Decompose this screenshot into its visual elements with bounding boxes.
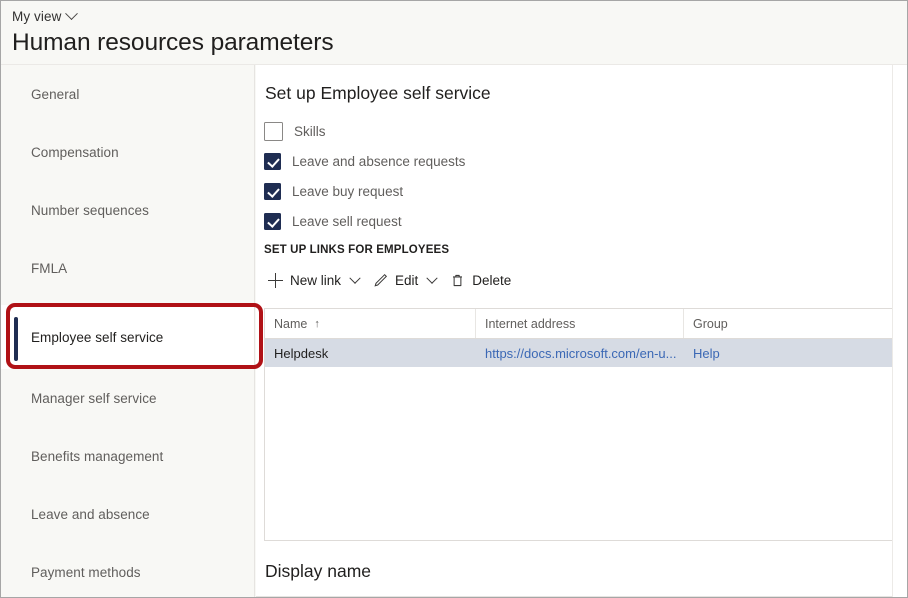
page-header: My view Human resources parameters (1, 1, 907, 64)
sort-ascending-icon: ↑ (314, 317, 320, 330)
delete-label: Delete (472, 273, 512, 288)
checkbox-leave-sell-request[interactable] (264, 212, 281, 230)
section-title: Set up Employee self service (265, 83, 491, 103)
sidebar-nav: General Compensation Number sequences FM… (1, 65, 255, 597)
sidebar-item-compensation[interactable]: Compensation (1, 123, 254, 181)
sidebar-item-label: Manager self service (31, 390, 157, 406)
sidebar-item-employee-self-service[interactable]: Employee self service (1, 305, 254, 369)
column-header-internet-address[interactable]: Internet address (476, 309, 684, 338)
selection-indicator (14, 317, 18, 361)
bottom-divider (256, 596, 907, 597)
checkbox-group: Skills Leave and absence requests Leave … (264, 117, 684, 237)
checkbox-row-leave-sell-request[interactable]: Leave sell request (264, 207, 684, 235)
links-grid: Name ↑ Internet address Group Helpdesk h… (264, 308, 901, 541)
new-link-label: New link (290, 273, 342, 288)
column-header-label: Group (693, 316, 728, 331)
edit-label: Edit (395, 273, 419, 288)
chevron-down-icon (426, 272, 438, 284)
checkbox-label: Leave and absence requests (292, 153, 466, 169)
trash-icon (450, 273, 465, 288)
sidebar-item-leave-and-absence[interactable]: Leave and absence (1, 485, 254, 543)
sidebar-item-label: Number sequences (31, 202, 149, 218)
page-title: Human resources parameters (12, 29, 334, 56)
sidebar-item-payment-methods[interactable]: Payment methods (1, 543, 254, 597)
group-header-label: SET UP LINKS FOR EMPLOYEES (264, 244, 450, 256)
checkbox-skills[interactable] (264, 121, 283, 141)
sidebar-item-label: FMLA (31, 260, 68, 276)
new-link-button[interactable]: New link (264, 269, 369, 292)
view-selector-label: My view (12, 9, 62, 24)
sidebar-item-fmla[interactable]: FMLA (1, 239, 254, 297)
checkbox-row-skills[interactable]: Skills (264, 117, 684, 145)
sidebar-item-label: Employee self service (31, 329, 164, 345)
checkbox-leave-and-absence-requests[interactable] (264, 152, 281, 170)
column-header-group[interactable]: Group (684, 309, 891, 338)
sidebar-item-label: Compensation (31, 144, 119, 160)
sidebar-item-number-sequences[interactable]: Number sequences (1, 181, 254, 239)
sidebar-item-general[interactable]: General (1, 65, 254, 123)
sidebar-item-label: Leave and absence (31, 506, 150, 522)
checkbox-label: Leave buy request (292, 183, 404, 199)
sidebar-item-label: Payment methods (31, 564, 141, 580)
grid-header-row: Name ↑ Internet address Group (265, 309, 900, 339)
cell-name: Helpdesk (274, 345, 329, 361)
column-header-name[interactable]: Name ↑ (265, 309, 476, 338)
table-row[interactable]: Helpdesk https://docs.microsoft.com/en-u… (265, 339, 900, 367)
chevron-down-icon (65, 7, 79, 21)
checkbox-label: Leave sell request (292, 213, 402, 229)
view-selector[interactable]: My view (12, 7, 79, 24)
grid-toolbar: New link Edit Delete (264, 269, 521, 292)
column-header-label: Name (274, 316, 308, 331)
plus-icon (268, 273, 283, 288)
sidebar-item-label: General (31, 86, 80, 102)
checkbox-row-leave-buy-request[interactable]: Leave buy request (264, 177, 684, 205)
edit-button[interactable]: Edit (369, 269, 446, 292)
checkbox-row-leave-and-absence-requests[interactable]: Leave and absence requests (264, 147, 684, 175)
pencil-icon (373, 273, 388, 288)
sidebar-item-label: Benefits management (31, 448, 164, 464)
main-content: Set up Employee self service Skills Leav… (256, 65, 907, 597)
right-gutter (892, 65, 907, 597)
chevron-down-icon (349, 272, 361, 284)
column-header-label: Internet address (485, 316, 576, 331)
app-window: My view Human resources parameters Gener… (0, 0, 908, 598)
delete-button[interactable]: Delete (446, 269, 521, 292)
sidebar-item-manager-self-service[interactable]: Manager self service (1, 369, 254, 427)
checkbox-label: Skills (294, 123, 326, 139)
cell-group[interactable]: Help (684, 339, 891, 367)
checkbox-leave-buy-request[interactable] (264, 182, 281, 200)
sidebar-item-benefits-management[interactable]: Benefits management (1, 427, 254, 485)
display-name-section-title: Display name (265, 561, 372, 581)
cell-internet-address[interactable]: https://docs.microsoft.com/en-u... (476, 339, 684, 367)
